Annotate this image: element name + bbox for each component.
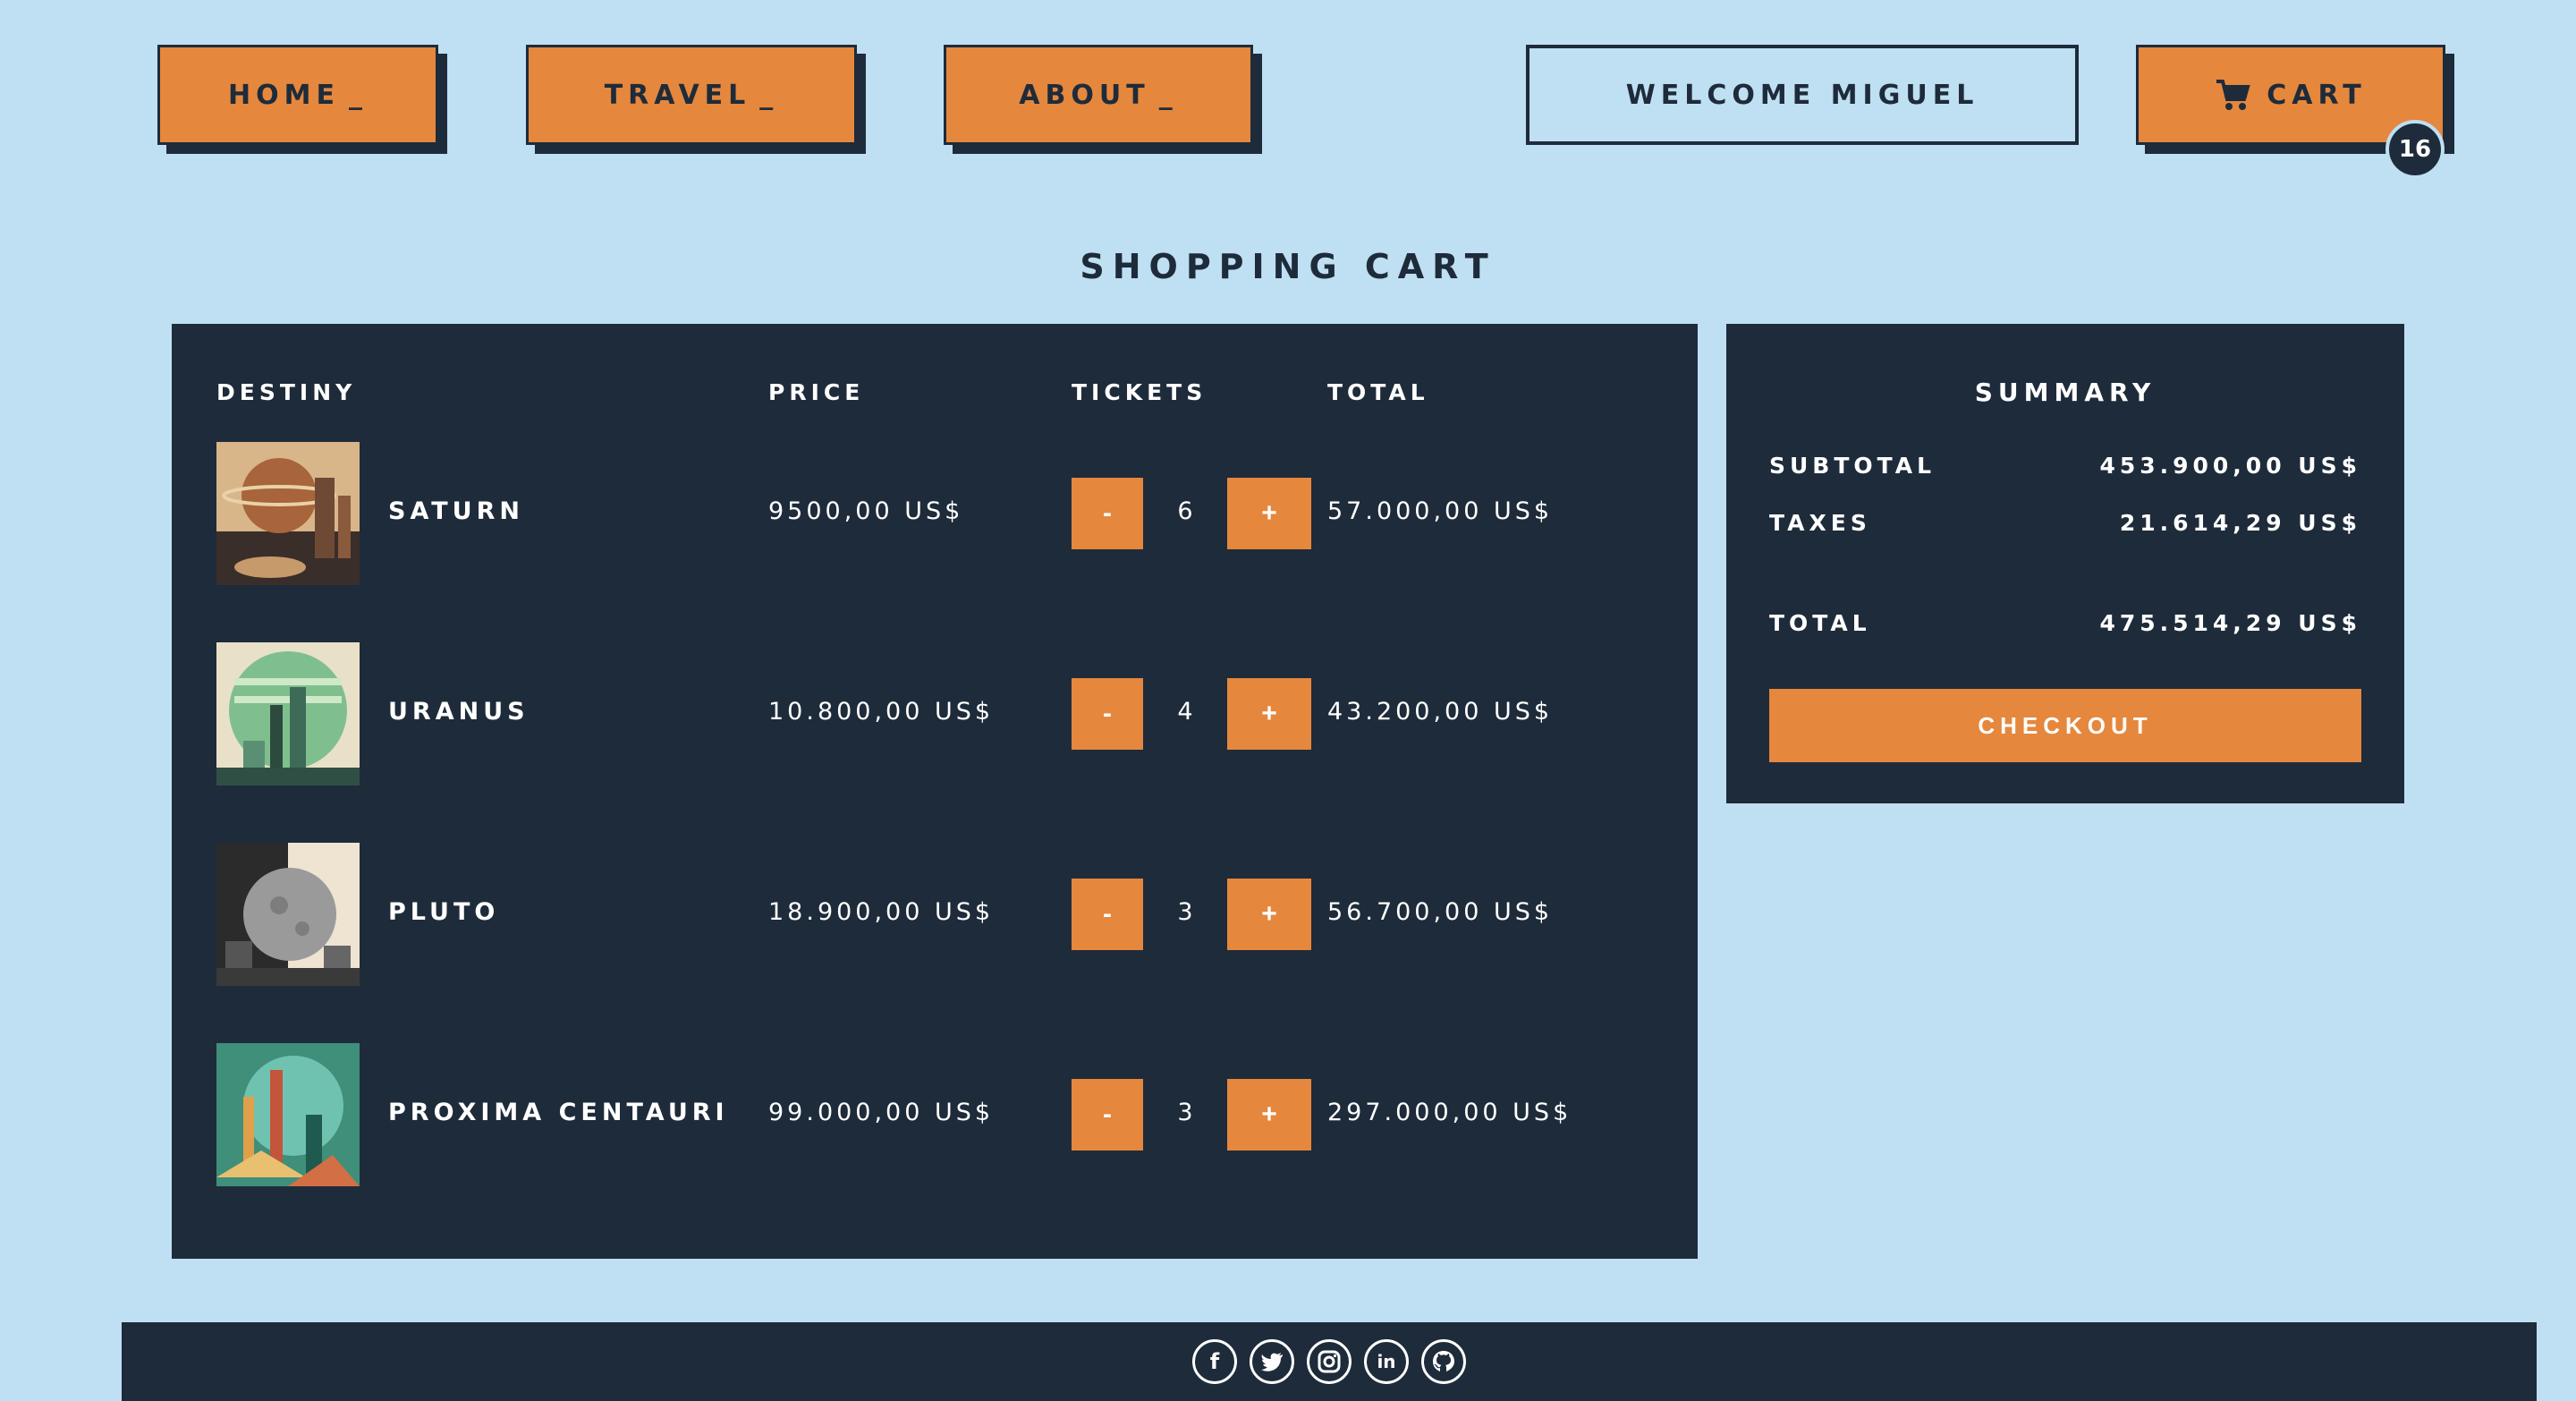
order-summary-panel: SUMMARY SUBTOTAL 453.900,00 US$ TAXES 21…	[1726, 324, 2404, 803]
linkedin-glyph: in	[1377, 1351, 1396, 1372]
github-icon[interactable]	[1421, 1339, 1466, 1384]
item-price: 99.000,00 US$	[768, 1099, 995, 1126]
checkout-button[interactable]: CHECKOUT	[1769, 689, 2361, 762]
ticket-quantity: 3	[1177, 1099, 1193, 1126]
pluto-thumbnail	[216, 843, 360, 986]
cart-table: DESTINY PRICE TICKETS TOTAL SATURN 9500,…	[172, 324, 1698, 1259]
travel-label: TRAVEL	[604, 79, 751, 111]
increase-tickets-button[interactable]: +	[1227, 879, 1311, 950]
cart-row-uranus: URANUS 10.800,00 US$ - 4 + 43.200,00 US$	[172, 642, 1698, 785]
item-price: 10.800,00 US$	[768, 698, 995, 726]
subtotal-value: 453.900,00 US$	[2099, 453, 2361, 479]
total-value: 475.514,29 US$	[2099, 610, 2361, 636]
home-caret: _	[348, 79, 368, 111]
decrease-tickets-button[interactable]: -	[1072, 478, 1143, 549]
cart-count-badge: 16	[2385, 120, 2445, 179]
proxima-centauri-thumbnail	[216, 1043, 360, 1186]
cart-row-saturn: SATURN 9500,00 US$ - 6 + 57.000,00 US$	[172, 442, 1698, 585]
destination-name: PLUTO	[388, 898, 500, 926]
increase-tickets-button[interactable]: +	[1227, 478, 1311, 549]
increase-tickets-button[interactable]: +	[1227, 1079, 1311, 1151]
column-header-total: TOTAL	[1327, 379, 1429, 405]
subtotal-label: SUBTOTAL	[1769, 453, 1936, 479]
cart-label: CART	[2267, 79, 2367, 111]
home-nav-button[interactable]: HOME _	[157, 45, 438, 145]
ticket-quantity: 4	[1177, 698, 1193, 726]
item-total: 43.200,00 US$	[1327, 698, 1554, 726]
cart-row-pluto: PLUTO 18.900,00 US$ - 3 + 56.700,00 US$	[172, 843, 1698, 986]
about-nav-button[interactable]: ABOUT _	[944, 45, 1253, 145]
page-title: SHOPPING CART	[1080, 247, 1496, 286]
welcome-user-label: WELCOME MIGUEL	[1526, 45, 2079, 145]
column-header-destiny: DESTINY	[216, 379, 357, 405]
column-header-tickets: TICKETS	[1072, 379, 1208, 405]
travel-caret: _	[759, 79, 779, 111]
twitter-bird-glyph	[1261, 1353, 1283, 1371]
ticket-quantity: 6	[1177, 497, 1193, 525]
column-header-price: PRICE	[768, 379, 865, 405]
taxes-line: TAXES 21.614,29 US$	[1769, 510, 2361, 536]
destination-name: URANUS	[388, 698, 530, 726]
item-total: 56.700,00 US$	[1327, 898, 1554, 926]
decrease-tickets-button[interactable]: -	[1072, 1079, 1143, 1151]
taxes-value: 21.614,29 US$	[2119, 510, 2361, 536]
item-total: 297.000,00 US$	[1327, 1099, 1572, 1126]
home-label: HOME	[228, 79, 340, 111]
saturn-thumbnail	[216, 442, 360, 585]
twitter-icon[interactable]	[1250, 1339, 1294, 1384]
increase-tickets-button[interactable]: +	[1227, 678, 1311, 750]
item-total: 57.000,00 US$	[1327, 497, 1554, 525]
about-label: ABOUT	[1019, 79, 1150, 111]
ticket-quantity: 3	[1177, 898, 1193, 926]
linkedin-icon[interactable]: in	[1364, 1339, 1409, 1384]
decrease-tickets-button[interactable]: -	[1072, 879, 1143, 950]
github-octocat-glyph	[1433, 1351, 1454, 1371]
total-label: TOTAL	[1769, 610, 1871, 636]
subtotal-line: SUBTOTAL 453.900,00 US$	[1769, 453, 2361, 479]
instagram-camera-glyph	[1318, 1350, 1341, 1373]
destination-name: PROXIMA CENTAURI	[388, 1099, 729, 1126]
decrease-tickets-button[interactable]: -	[1072, 678, 1143, 750]
instagram-icon[interactable]	[1307, 1339, 1352, 1384]
footer: f in	[122, 1322, 2537, 1401]
total-line: TOTAL 475.514,29 US$	[1769, 610, 2361, 636]
destination-name: SATURN	[388, 497, 524, 525]
taxes-label: TAXES	[1769, 510, 1871, 536]
about-caret: _	[1158, 79, 1178, 111]
travel-nav-button[interactable]: TRAVEL _	[526, 45, 857, 145]
item-price: 9500,00 US$	[768, 497, 964, 525]
cart-row-proxima-centauri: PROXIMA CENTAURI 99.000,00 US$ - 3 + 297…	[172, 1043, 1698, 1186]
item-price: 18.900,00 US$	[768, 898, 995, 926]
welcome-text: WELCOME MIGUEL	[1625, 79, 1979, 111]
shopping-cart-icon	[2216, 80, 2250, 110]
facebook-icon[interactable]: f	[1192, 1339, 1237, 1384]
facebook-glyph: f	[1209, 1349, 1220, 1374]
summary-title: SUMMARY	[1974, 378, 2157, 407]
uranus-thumbnail	[216, 642, 360, 785]
top-navigation: HOME _ TRAVEL _ ABOUT _ WELCOME MIGUEL C…	[0, 0, 2576, 179]
